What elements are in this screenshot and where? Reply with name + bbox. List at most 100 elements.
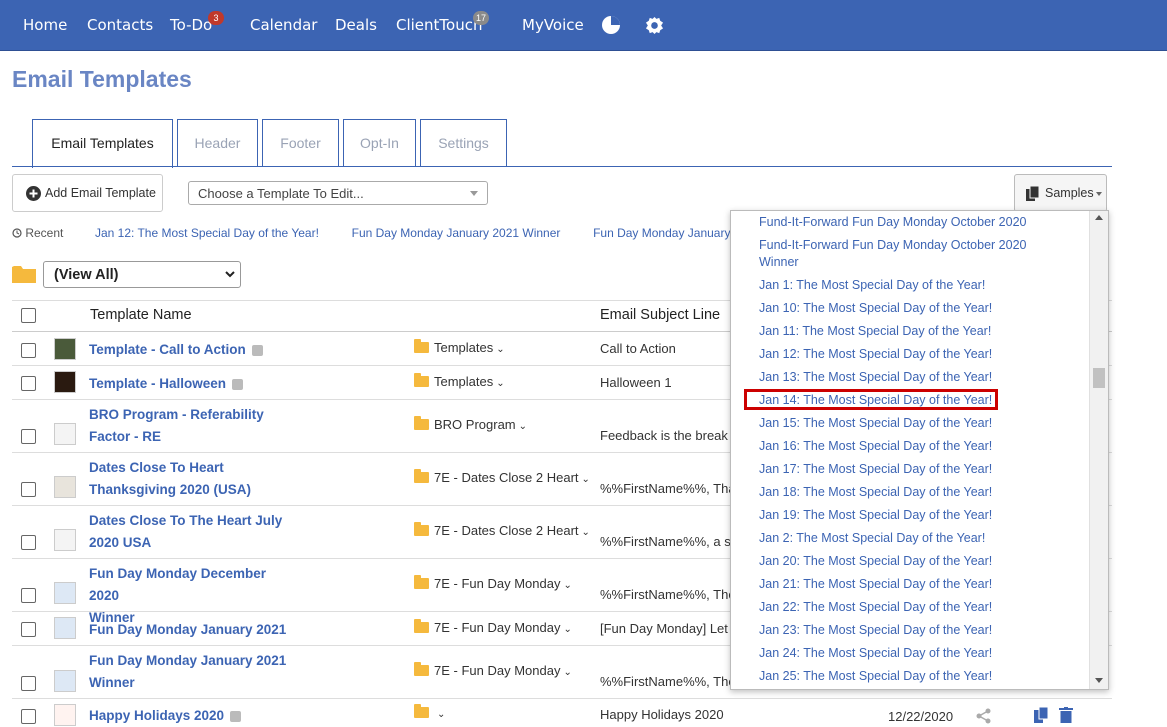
sample-item[interactable]: Jan 10: The Most Special Day of the Year…	[759, 300, 1059, 317]
row-checkbox[interactable]	[21, 709, 36, 724]
subject-line: Halloween 1	[600, 375, 672, 390]
folder-icon	[414, 704, 429, 718]
nav-deals[interactable]: Deals	[335, 0, 377, 50]
nav-clienttouch[interactable]: ClientTouch	[396, 0, 482, 50]
scroll-down-arrow-icon[interactable]	[1095, 678, 1103, 683]
chevron-down-icon: ⌄	[581, 474, 590, 485]
samples-button[interactable]: Samples	[1014, 174, 1107, 212]
row-checkbox[interactable]	[21, 482, 36, 497]
samples-dropdown-list[interactable]: Fund-It-Forward Fun Day Monday October 2…	[730, 210, 1109, 690]
sample-item[interactable]: Jan 13: The Most Special Day of the Year…	[759, 369, 1059, 386]
nav-todo[interactable]: To-Do	[170, 0, 212, 50]
sample-item[interactable]: Jan 2: The Most Special Day of the Year!	[759, 530, 1059, 547]
row-checkbox[interactable]	[21, 588, 36, 603]
nav-home[interactable]: Home	[23, 0, 67, 50]
tab-opt-in[interactable]: Opt-In	[343, 119, 416, 166]
dropdown-scrollbar[interactable]	[1089, 211, 1108, 689]
template-name-link[interactable]: Dates Close To The Heart July 2020 USA	[89, 510, 289, 554]
template-name-link[interactable]: Fun Day Monday January 2021	[89, 619, 289, 641]
sample-item[interactable]: Fund-It-Forward Fun Day Monday October 2…	[759, 237, 1059, 254]
scrollbar-thumb[interactable]	[1093, 368, 1105, 388]
folder-filter-select[interactable]: (View All)	[43, 261, 241, 288]
folder-menu[interactable]: 7E - Dates Close 2 Heart ⌄	[414, 522, 590, 538]
template-name-link[interactable]: Dates Close To Heart Thanksgiving 2020 (U…	[89, 457, 289, 501]
sample-item[interactable]: Jan 12: The Most Special Day of the Year…	[759, 346, 1059, 363]
nav-calendar[interactable]: Calendar	[250, 0, 317, 50]
folder-menu[interactable]: 7E - Dates Close 2 Heart ⌄	[414, 469, 590, 485]
recent-link-1[interactable]: Jan 12: The Most Special Day of the Year…	[95, 226, 319, 240]
share-icon[interactable]	[976, 708, 992, 724]
edit-pencil-icon[interactable]	[232, 378, 244, 390]
settings-gear-icon[interactable]	[645, 16, 664, 35]
row-checkbox[interactable]	[21, 429, 36, 444]
folder-menu[interactable]: 7E - Fun Day Monday ⌄	[414, 662, 572, 678]
nav-myvoice[interactable]: MyVoice	[522, 0, 584, 50]
header-template-name[interactable]: Template Name	[90, 307, 192, 323]
sample-item[interactable]: Jan 15: The Most Special Day of the Year…	[759, 415, 1059, 432]
template-thumbnail[interactable]	[54, 476, 76, 498]
chevron-down-icon: ⌄	[563, 580, 572, 591]
sample-item[interactable]: Jan 21: The Most Special Day of the Year…	[759, 576, 1059, 593]
folder-menu[interactable]: BRO Program ⌄	[414, 416, 527, 432]
folder-menu[interactable]: 7E - Fun Day Monday ⌄	[414, 575, 572, 591]
sample-item[interactable]: Jan 16: The Most Special Day of the Year…	[759, 438, 1059, 455]
recent-link-2[interactable]: Fun Day Monday January 2021 Winner	[352, 226, 561, 240]
template-name-link[interactable]: Fun Day Monday January 2021 Winner	[89, 650, 289, 694]
template-thumbnail[interactable]	[54, 371, 76, 393]
template-thumbnail[interactable]	[54, 529, 76, 551]
row-checkbox[interactable]	[21, 676, 36, 691]
edit-pencil-icon[interactable]	[251, 344, 263, 356]
trash-icon[interactable]	[1059, 707, 1073, 723]
sample-item[interactable]: Jan 23: The Most Special Day of the Year…	[759, 622, 1059, 639]
tab-email-templates[interactable]: Email Templates	[32, 119, 173, 168]
reports-pie-icon[interactable]	[601, 15, 621, 35]
template-thumbnail[interactable]	[54, 582, 76, 604]
template-name-link[interactable]: Template - Halloween	[89, 373, 289, 395]
add-email-template-button[interactable]: Add Email Template	[12, 174, 163, 212]
sample-item[interactable]: Jan 22: The Most Special Day of the Year…	[759, 599, 1059, 616]
scroll-up-arrow-icon[interactable]	[1095, 215, 1103, 220]
template-name-link[interactable]: Template - Call to Action	[89, 339, 289, 361]
sample-item[interactable]: Jan 24: The Most Special Day of the Year…	[759, 645, 1059, 662]
subject-line: Feedback is the break	[600, 428, 728, 443]
folder-icon	[414, 575, 429, 589]
tab-settings[interactable]: Settings	[420, 119, 507, 166]
template-name-link[interactable]: BRO Program - Referability Factor - RE	[89, 404, 289, 448]
nav-contacts[interactable]: Contacts	[87, 0, 153, 50]
sample-item[interactable]: Jan 11: The Most Special Day of the Year…	[759, 323, 1059, 340]
row-checkbox[interactable]	[21, 535, 36, 550]
row-checkbox[interactable]	[21, 343, 36, 358]
sample-item[interactable]: Jan 17: The Most Special Day of the Year…	[759, 461, 1059, 478]
folder-icon	[414, 619, 429, 633]
recent-link-3[interactable]: Fun Day Monday January	[593, 226, 730, 240]
add-template-label: Add Email Template	[45, 186, 156, 200]
sample-item[interactable]: Jan 19: The Most Special Day of the Year…	[759, 507, 1059, 524]
folder-menu[interactable]: Templates ⌄	[414, 339, 505, 355]
tab-footer[interactable]: Footer	[262, 119, 339, 166]
row-checkbox[interactable]	[21, 622, 36, 637]
folder-menu[interactable]: ⌄	[414, 704, 445, 720]
sample-item[interactable]: Fund-It-Forward Fun Day Monday October 2…	[759, 214, 1059, 231]
sample-item[interactable]: Jan 18: The Most Special Day of the Year…	[759, 484, 1059, 501]
folder-menu[interactable]: 7E - Fun Day Monday ⌄	[414, 619, 572, 635]
copy-icon[interactable]	[1034, 707, 1049, 723]
template-name-link[interactable]: Happy Holidays 2020	[89, 705, 289, 727]
sample-item[interactable]: Jan 1: The Most Special Day of the Year!	[759, 277, 1059, 294]
tab-header[interactable]: Header	[177, 119, 258, 166]
template-thumbnail[interactable]	[54, 617, 76, 639]
folder-icon	[12, 266, 36, 283]
choose-template-select[interactable]: Choose a Template To Edit...	[188, 181, 488, 205]
sample-item[interactable]: Jan 20: The Most Special Day of the Year…	[759, 553, 1059, 570]
sample-item[interactable]: Jan 25: The Most Special Day of the Year…	[759, 668, 1059, 685]
select-all-checkbox[interactable]	[21, 308, 36, 323]
template-thumbnail[interactable]	[54, 338, 76, 360]
subject-line: %%FirstName%%, The	[600, 587, 736, 602]
edit-pencil-icon[interactable]	[230, 710, 242, 722]
header-subject-line[interactable]: Email Subject Line	[600, 307, 720, 323]
folder-menu[interactable]: Templates ⌄	[414, 373, 505, 389]
template-thumbnail[interactable]	[54, 423, 76, 445]
template-thumbnail[interactable]	[54, 670, 76, 692]
subject-line: %%FirstName%%, Tha	[600, 481, 736, 496]
row-checkbox[interactable]	[21, 376, 36, 391]
recent-bar: Recent	[12, 226, 63, 240]
